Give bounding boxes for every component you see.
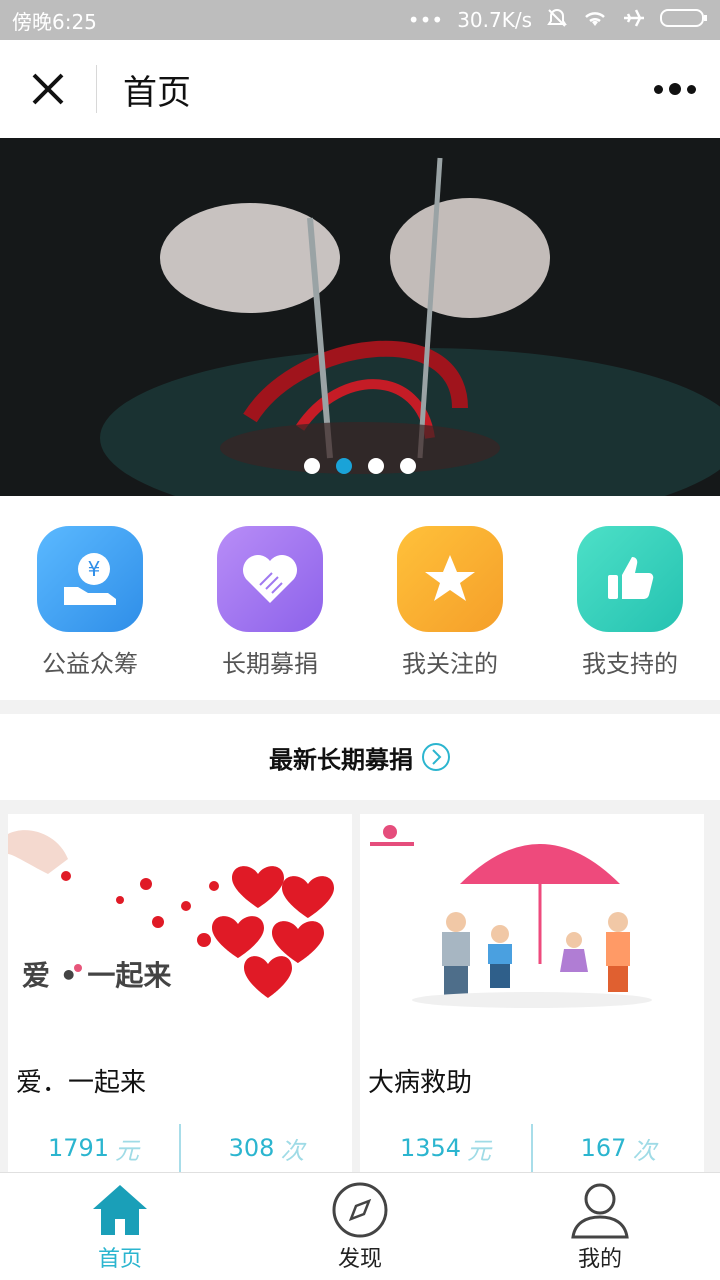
status-time: 傍晚6:25 xyxy=(12,9,97,34)
card-image-text: 爱 • 一起来 xyxy=(22,959,172,992)
network-speed: 30.7K/s xyxy=(457,8,532,32)
tab-label: 发现 xyxy=(337,1247,382,1272)
quick-nav-long-term-donation[interactable]: 长期募捐 xyxy=(180,496,360,700)
section-header[interactable]: 最新长期募捐 xyxy=(0,714,720,800)
card-title: 爱．一起来 xyxy=(16,1068,147,1098)
card-title: 大病救助 xyxy=(368,1068,473,1098)
title-divider xyxy=(96,65,97,113)
heart-hands-icon xyxy=(217,526,323,632)
banner-carousel[interactable] xyxy=(0,138,720,496)
banner-image xyxy=(0,138,720,496)
card-count: 308 xyxy=(228,1134,275,1162)
title-bar: 首页 xyxy=(0,40,720,138)
page-title: 首页 xyxy=(123,72,191,113)
donation-card[interactable]: 爱 • 一起来 爱．一起来 1791 元 308 次 xyxy=(8,814,352,1172)
yuan-hand-icon: ¥ xyxy=(37,526,143,632)
battery-icon xyxy=(660,8,708,33)
thumbs-up-icon xyxy=(577,526,683,632)
quick-nav-label: 我支持的 xyxy=(582,650,678,678)
amount-unit: 元 xyxy=(115,1136,140,1165)
quick-nav-label: 我关注的 xyxy=(402,650,498,678)
tab-label: 首页 xyxy=(97,1247,142,1272)
card-stats: 1791 元 308 次 xyxy=(8,1124,352,1172)
banner-dot-active[interactable] xyxy=(336,458,352,474)
card-image: 爱 • 一起来 xyxy=(8,814,352,1038)
donation-list: 爱 • 一起来 爱．一起来 1791 元 308 次 大病救助 1354 元 1… xyxy=(0,800,720,1172)
compass-icon xyxy=(332,1182,388,1238)
chevron-right-icon xyxy=(422,743,450,771)
tab-label: 我的 xyxy=(577,1247,622,1272)
quick-nav-following[interactable]: 我关注的 xyxy=(360,496,540,700)
section-title: 最新长期募捐 xyxy=(269,745,413,774)
banner-dot[interactable] xyxy=(368,458,384,474)
close-button[interactable] xyxy=(0,40,96,138)
tab-discover[interactable]: 发现 xyxy=(240,1173,480,1280)
quick-nav-label: 长期募捐 xyxy=(222,650,318,678)
card-stats: 1354 元 167 次 xyxy=(360,1124,704,1172)
home-icon xyxy=(93,1185,147,1235)
svg-text:¥: ¥ xyxy=(88,557,101,581)
mute-icon xyxy=(546,7,568,34)
quick-nav-crowdfunding[interactable]: ¥ 公益众筹 xyxy=(0,496,180,700)
wifi-icon xyxy=(582,8,608,33)
tab-bar: 首页 发现 我的 xyxy=(0,1172,720,1280)
banner-dot[interactable] xyxy=(400,458,416,474)
count-unit: 次 xyxy=(632,1136,657,1165)
quick-nav-supported[interactable]: 我支持的 xyxy=(540,496,720,700)
star-icon xyxy=(397,526,503,632)
tab-mine[interactable]: 我的 xyxy=(480,1173,720,1280)
banner-dot[interactable] xyxy=(304,458,320,474)
donation-card[interactable]: 大病救助 1354 元 167 次 xyxy=(360,814,704,1172)
card-count: 167 xyxy=(580,1134,627,1162)
count-unit: 次 xyxy=(280,1136,305,1165)
tab-home[interactable]: 首页 xyxy=(0,1173,240,1280)
more-dots-icon: ••• xyxy=(407,8,444,32)
more-dot-icon xyxy=(669,83,681,95)
banner-pagination xyxy=(0,458,720,474)
status-bar: 傍晚6:25 ••• 30.7K/s xyxy=(0,0,720,40)
more-button[interactable] xyxy=(630,40,720,138)
card-amount: 1791 xyxy=(47,1134,110,1162)
more-dot-icon xyxy=(654,84,663,94)
quick-nav: ¥ 公益众筹 长期募捐 我关注的 我支持的 xyxy=(0,496,720,700)
user-icon xyxy=(571,1183,629,1239)
more-dot-icon xyxy=(687,84,696,94)
close-icon xyxy=(32,73,64,105)
amount-unit: 元 xyxy=(467,1136,492,1165)
card-image xyxy=(360,814,704,1038)
airplane-icon xyxy=(622,7,646,34)
card-amount: 1354 xyxy=(399,1134,462,1162)
quick-nav-label: 公益众筹 xyxy=(42,650,138,678)
